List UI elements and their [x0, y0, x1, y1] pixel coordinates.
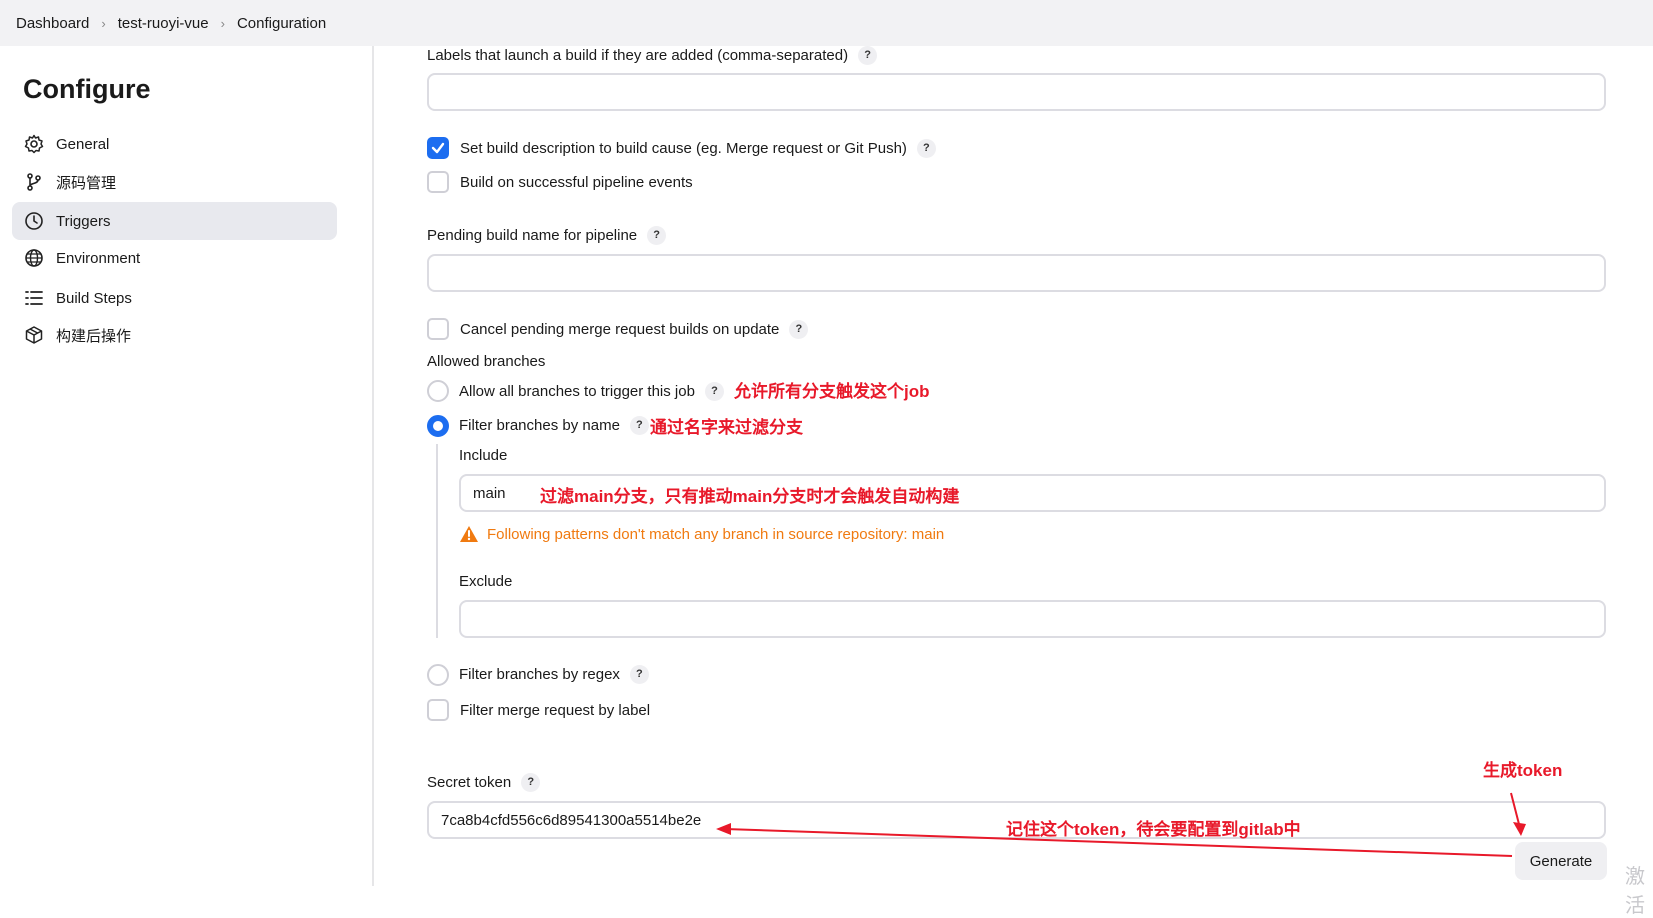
annotation-arrows	[716, 792, 1526, 857]
arrow-to-token	[724, 828, 1513, 857]
watermark: 激活	[1625, 866, 1645, 917]
arrowhead-icon	[716, 823, 731, 835]
arrowhead-icon	[1513, 822, 1526, 836]
